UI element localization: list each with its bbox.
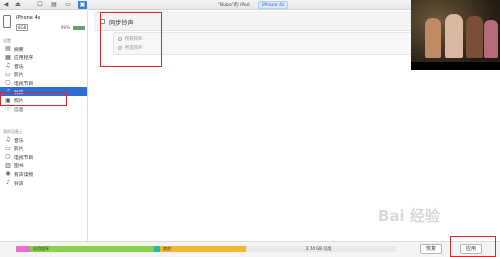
sidebar-item-label: 摘要 xyxy=(14,47,24,53)
tv-icon: ▢ xyxy=(5,79,11,87)
sidebar-item-device-2[interactable]: ▢ 电视节目 xyxy=(0,152,87,161)
highlight-sync-box xyxy=(100,12,162,67)
summary-icon: ▤ xyxy=(5,45,11,52)
tab-device[interactable]: iPhone 4s xyxy=(258,1,289,9)
tv-icon: ▢ xyxy=(5,153,11,161)
storage-label-other: 其他 xyxy=(163,246,171,251)
eject-icon[interactable]: ⏏ xyxy=(14,1,22,9)
device-header: iPhone 4s 8GB 99% xyxy=(3,14,87,36)
sidebar: iPhone 4s 8GB 99% 设置 ▤ 摘要 ▦ 应用程序 ♫ 音乐 ▭ 影片 ▢ 电视节目… xyxy=(0,11,88,241)
info-icon: ⓘ xyxy=(4,105,11,113)
sidebar-item-label: 信息 xyxy=(14,107,24,113)
audiobook-icon: ◉ xyxy=(5,170,11,178)
revert-button[interactable]: 恢复 xyxy=(420,244,442,254)
video-overlay xyxy=(411,0,500,70)
sidebar-item-device-0[interactable]: ♫ 音乐 xyxy=(0,135,87,144)
battery-fill xyxy=(74,27,84,29)
view-icon[interactable]: ☐ xyxy=(36,1,44,9)
bell-icon: ♪ xyxy=(6,179,10,186)
iphone-icon xyxy=(3,15,11,28)
storage-segment-other xyxy=(160,246,246,252)
sidebar-item-label: 图书 xyxy=(14,164,24,170)
battery-percent: 99% xyxy=(61,25,70,30)
sidebar-item-label: 铃声 xyxy=(14,181,24,187)
sidebar-item-label: 有声读物 xyxy=(14,172,34,178)
sidebar-item-settings-2[interactable]: ♫ 音乐 xyxy=(0,61,87,70)
battery-icon xyxy=(73,26,85,30)
itunes-window: ◀ ⏏ ☐ ▤ ▭ ▣ "Bubo"的 iPod iPhone 4s iPhon… xyxy=(0,0,500,257)
movie-icon: ▭ xyxy=(5,70,11,78)
highlight-ringtones-item xyxy=(0,92,67,106)
music-icon: ♫ xyxy=(5,62,11,70)
back-icon[interactable]: ◀ xyxy=(2,1,10,9)
book-icon: ▥ xyxy=(5,161,11,169)
sidebar-item-label: 电视节目 xyxy=(14,155,34,161)
storage-segment-audio xyxy=(16,246,30,252)
sidebar-item-label: 音乐 xyxy=(14,64,24,70)
sidebar-item-label: 电视节目 xyxy=(14,81,34,87)
sidebar-item-device-3[interactable]: ▥ 图书 xyxy=(0,161,87,170)
device-icon[interactable]: ▣ xyxy=(78,1,87,9)
storage-footer: 应用程序 其他 2.74 GB 可用 恢复 应用 xyxy=(0,241,500,257)
sidebar-item-settings-1[interactable]: ▦ 应用程序 xyxy=(0,53,87,62)
storage-free-label: 2.74 GB 可用 xyxy=(306,246,332,251)
tab-library[interactable]: "Bubo"的 iPod xyxy=(218,2,250,8)
storage-bar: 应用程序 其他 2.74 GB 可用 xyxy=(16,246,396,252)
music-icon: ♫ xyxy=(5,136,11,143)
device-name: iPhone 4s xyxy=(16,15,41,21)
sidebar-item-label: 音乐 xyxy=(14,138,24,144)
sidebar-item-device-4[interactable]: ◉ 有声读物 xyxy=(0,169,87,178)
capacity-badge: 8GB xyxy=(16,24,29,31)
screen-icon[interactable]: ▭ xyxy=(64,1,72,9)
sidebar-item-label: 影片 xyxy=(14,147,24,153)
storage-label-apps: 应用程序 xyxy=(33,246,49,251)
sidebar-item-label: 影片 xyxy=(14,73,24,79)
list-icon[interactable]: ▤ xyxy=(50,1,58,9)
sidebar-item-device-1[interactable]: ▭ 影片 xyxy=(0,144,87,153)
sidebar-item-settings-0[interactable]: ▤ 摘要 xyxy=(0,44,87,53)
highlight-apply-button xyxy=(450,236,496,257)
movie-icon: ▭ xyxy=(5,144,11,152)
watermark-logo: Bai 经验 xyxy=(378,207,440,225)
sidebar-item-settings-4[interactable]: ▢ 电视节目 xyxy=(0,78,87,87)
sidebar-item-settings-3[interactable]: ▭ 影片 xyxy=(0,70,87,79)
apps-icon: ▦ xyxy=(5,53,11,61)
sidebar-item-label: 应用程序 xyxy=(14,56,34,62)
sidebar-item-device-5[interactable]: ♪ 铃声 xyxy=(0,178,87,187)
